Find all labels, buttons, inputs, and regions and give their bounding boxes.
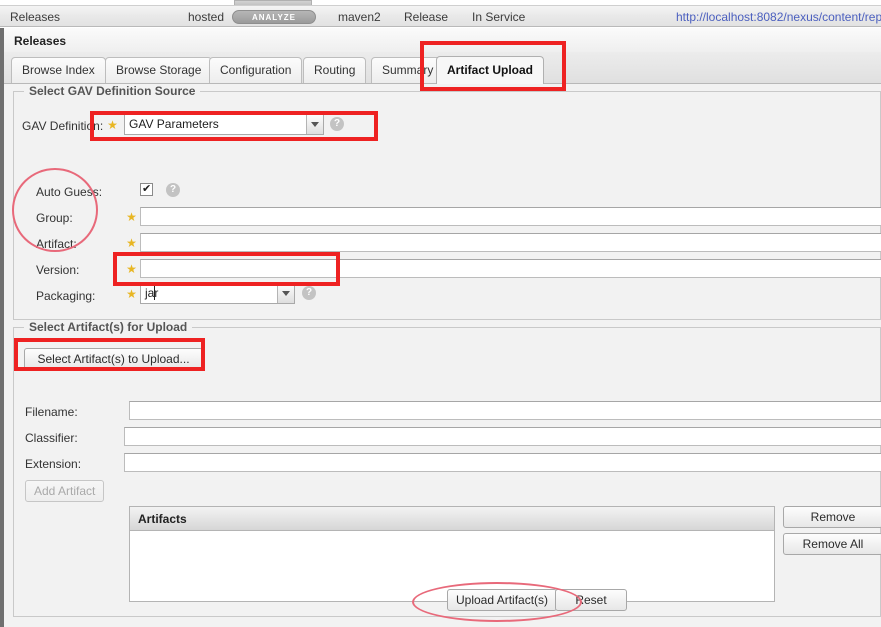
repo-url[interactable]: http://localhost:8082/nexus/content/rep (676, 9, 881, 25)
auto-guess-label: Auto Guess: (36, 185, 103, 199)
repo-type: hosted (188, 10, 225, 24)
version-required-star: ★ (126, 262, 137, 276)
filename-label: Filename: (25, 405, 78, 419)
gav-definition-value: GAV Parameters (129, 117, 219, 131)
filename-input[interactable] (129, 401, 881, 420)
tab-bar: Browse Index Browse Storage Configuratio… (4, 52, 881, 84)
tab-browse-storage[interactable]: Browse Storage (105, 57, 213, 83)
tab-browse-index[interactable]: Browse Index (11, 57, 106, 83)
analyze-button[interactable]: ANALYZE (232, 10, 316, 24)
gav-definition-select[interactable]: GAV Parameters (124, 114, 324, 135)
tab-summary[interactable]: Summary (371, 57, 445, 83)
artifact-input[interactable] (140, 233, 881, 252)
packaging-help-icon[interactable]: ? (302, 286, 316, 300)
tab-routing[interactable]: Routing (303, 57, 367, 83)
upload-fieldset-legend: Select Artifact(s) for Upload (24, 320, 193, 334)
artifact-upload-fieldset: Select Artifact(s) for Upload Select Art… (13, 320, 881, 617)
remove-button[interactable]: Remove (783, 506, 881, 528)
extension-label: Extension: (25, 457, 82, 471)
chevron-down-icon[interactable] (277, 284, 294, 303)
repo-name: Releases (10, 10, 61, 24)
screen-root: Releases hosted ANALYZE maven2 Release I… (0, 0, 881, 627)
add-artifact-button[interactable]: Add Artifact (25, 480, 104, 502)
page-title: Releases (14, 34, 67, 48)
panel-header-bg (4, 28, 881, 52)
group-label: Group: (36, 211, 73, 225)
remove-all-button[interactable]: Remove All (783, 533, 881, 555)
artifact-upload-panel: Releases Browse Index Browse Storage Con… (0, 28, 881, 627)
artifacts-column-header: Artifacts (138, 512, 187, 526)
upload-artifacts-button[interactable]: Upload Artifact(s) (447, 589, 557, 611)
group-required-star: ★ (126, 210, 137, 224)
packaging-select[interactable]: jar (140, 283, 295, 304)
version-label: Version: (36, 263, 80, 277)
reset-button[interactable]: Reset (555, 589, 627, 611)
artifact-label: Artifact: (36, 237, 77, 251)
gav-definition-required-star: ★ (107, 118, 118, 132)
repo-policy: Release (404, 10, 449, 24)
artifacts-grid[interactable]: Artifacts (129, 506, 775, 602)
tab-configuration[interactable]: Configuration (209, 57, 303, 83)
chevron-down-icon[interactable] (306, 115, 323, 134)
gav-fieldset-legend: Select GAV Definition Source (24, 84, 201, 98)
classifier-input[interactable] (124, 427, 881, 446)
repo-format: maven2 (338, 10, 381, 24)
artifacts-grid-header: Artifacts (130, 507, 774, 531)
packaging-required-star: ★ (126, 287, 137, 301)
group-input[interactable] (140, 207, 881, 226)
gav-definition-label: GAV Definition: (22, 119, 104, 133)
artifact-required-star: ★ (126, 236, 137, 250)
version-input[interactable] (140, 259, 881, 278)
select-artifacts-button[interactable]: Select Artifact(s) to Upload... (24, 348, 203, 370)
auto-guess-checkbox[interactable] (140, 182, 153, 196)
classifier-label: Classifier: (25, 431, 78, 445)
extension-input[interactable] (124, 453, 881, 472)
packaging-value: jar (145, 286, 159, 300)
auto-guess-help-icon[interactable]: ? (166, 183, 180, 197)
packaging-label: Packaging: (36, 289, 96, 303)
repository-summary-strip: Releases hosted ANALYZE maven2 Release I… (0, 5, 881, 27)
gav-definition-fieldset: Select GAV Definition Source GAV Definit… (13, 84, 881, 320)
gav-definition-help-icon[interactable]: ? (330, 117, 344, 131)
packaging-text-caret (154, 286, 155, 300)
repo-status: In Service (472, 10, 526, 24)
tab-artifact-upload[interactable]: Artifact Upload (436, 56, 545, 84)
